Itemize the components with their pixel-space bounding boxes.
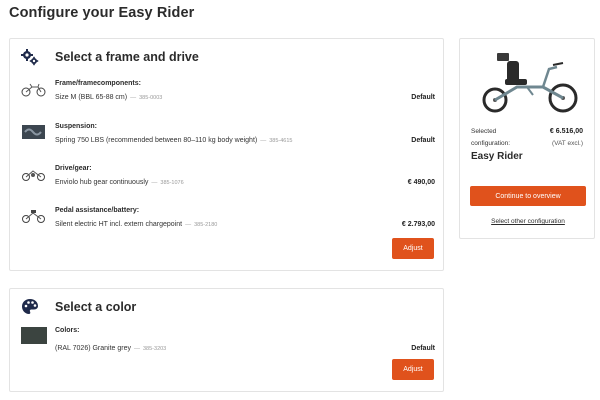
model-name: Easy Rider: [471, 151, 523, 162]
easy-rider-bike-image: [482, 53, 578, 113]
option-price: Default: [411, 94, 435, 101]
option-price: € 2.793,00: [401, 221, 435, 228]
option-row-drive: Drive/gear: Enviolo hub gear continuousl…: [21, 165, 435, 195]
battery-thumb-icon: [21, 207, 46, 225]
option-label: Frame/framecomponents:: [55, 80, 141, 87]
option-label: Pedal assistance/battery:: [55, 207, 140, 214]
trike-thumb-icon: [21, 80, 46, 98]
vat-note: (VAT excl.): [551, 140, 583, 147]
option-price: Default: [411, 137, 435, 144]
color-title: Select a color: [55, 300, 137, 314]
configuration-label: configuration:: [471, 140, 511, 147]
option-label: Colors:: [55, 327, 80, 334]
adjust-color-button[interactable]: Adjust: [392, 359, 434, 380]
option-row-pedal-assistance: Pedal assistance/battery: Silent electri…: [21, 207, 435, 237]
continue-to-overview-button[interactable]: Continue to overview: [470, 186, 586, 206]
adjust-frame-button[interactable]: Adjust: [392, 238, 434, 259]
option-row-frame: Frame/framecomponents: Size M (BBL 65-88…: [21, 80, 435, 110]
option-value: Enviolo hub gear continuously —385-1076: [55, 179, 184, 186]
option-price: Default: [411, 345, 435, 352]
option-label: Suspension:: [55, 123, 98, 130]
option-row-color: Colors: (RAL 7026) Granite grey —385-3203…: [21, 327, 435, 357]
frame-drive-title: Select a frame and drive: [55, 50, 199, 64]
palette-icon: [21, 298, 39, 316]
frame-drive-header: Select a frame and drive: [21, 47, 199, 67]
total-price: € 6.516,00: [549, 128, 583, 135]
suspension-thumb-icon: [21, 123, 46, 141]
page-title: Configure your Easy Rider: [9, 5, 195, 21]
option-value: Silent electric HT incl. extern chargepo…: [55, 221, 218, 228]
summary-card: Selected configuration: € 6.516,00 (VAT …: [459, 38, 595, 239]
option-row-suspension: Suspension: Spring 750 LBS (recommended …: [21, 123, 435, 153]
option-value: (RAL 7026) Granite grey —385-3203: [55, 345, 167, 352]
option-value: Size M (BBL 65-88 cm) —385-0003: [55, 94, 163, 101]
frame-drive-card: Select a frame and drive Frame/framecomp…: [9, 38, 444, 271]
color-swatch: [21, 327, 47, 344]
select-other-configuration-link[interactable]: Select other configuration: [460, 218, 596, 225]
option-label: Drive/gear:: [55, 165, 92, 172]
option-value: Spring 750 LBS (recommended between 80–1…: [55, 137, 293, 144]
option-price: € 490,00: [407, 179, 435, 186]
gears-icon: [21, 48, 39, 66]
color-card: Select a color Colors: (RAL 7026) Granit…: [9, 288, 444, 392]
color-header: Select a color: [21, 297, 136, 317]
selected-label: Selected: [471, 128, 497, 135]
drive-thumb-icon: [21, 165, 46, 183]
